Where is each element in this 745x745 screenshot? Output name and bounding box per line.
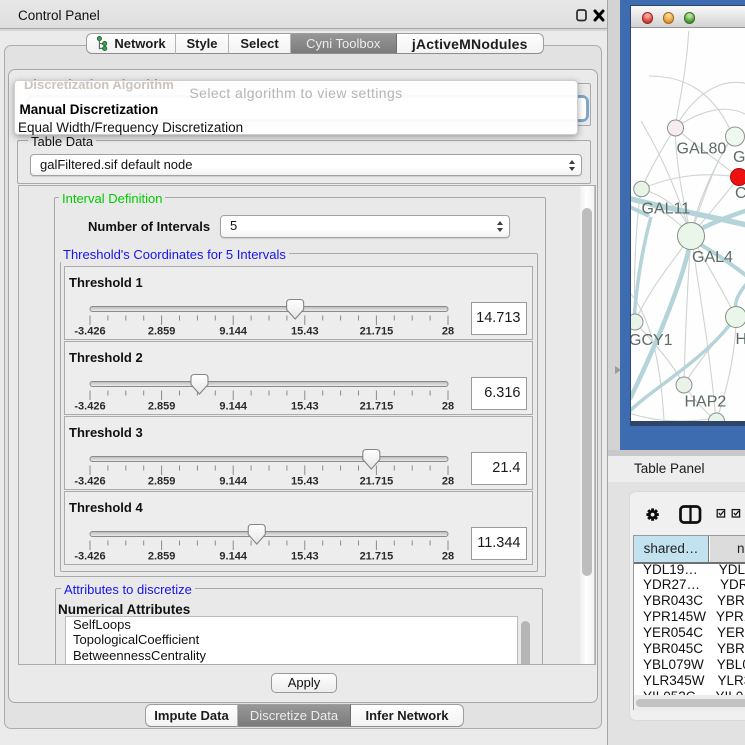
- svg-text:CD: CD: [735, 185, 745, 202]
- svg-text:15.43: 15.43: [291, 476, 319, 488]
- svg-text:15.43: 15.43: [291, 401, 319, 413]
- svg-text:-3.426: -3.426: [74, 551, 105, 563]
- svg-text:9.144: 9.144: [219, 401, 247, 413]
- svg-text:21.715: 21.715: [360, 326, 394, 338]
- svg-text:-3.426: -3.426: [74, 476, 105, 488]
- svg-text:-3.426: -3.426: [74, 326, 105, 338]
- svg-text:GAL4: GAL4: [692, 249, 733, 266]
- svg-text:28: 28: [442, 401, 454, 413]
- svg-text:9.144: 9.144: [219, 551, 247, 563]
- svg-text:9.144: 9.144: [219, 476, 247, 488]
- svg-text:2.859: 2.859: [148, 551, 176, 563]
- svg-text:9.144: 9.144: [219, 326, 247, 338]
- svg-text:21.715: 21.715: [360, 401, 394, 413]
- svg-text:HAP2: HAP2: [685, 394, 727, 411]
- svg-text:2.859: 2.859: [148, 476, 176, 488]
- svg-text:28: 28: [442, 551, 454, 563]
- svg-text:21.715: 21.715: [360, 476, 394, 488]
- svg-text:GA: GA: [733, 149, 745, 166]
- svg-text:2.859: 2.859: [148, 326, 176, 338]
- svg-text:2.859: 2.859: [148, 401, 176, 413]
- svg-text:15.43: 15.43: [291, 326, 319, 338]
- svg-text:HI: HI: [736, 331, 745, 348]
- svg-text:28: 28: [442, 476, 454, 488]
- svg-text:28: 28: [442, 326, 454, 338]
- svg-text:15.43: 15.43: [291, 551, 319, 563]
- svg-text:GAL11: GAL11: [642, 201, 691, 218]
- svg-text:-3.426: -3.426: [74, 401, 105, 413]
- svg-text:GCY1: GCY1: [631, 332, 673, 349]
- svg-text:21.715: 21.715: [360, 551, 394, 563]
- svg-text:GAL80: GAL80: [677, 141, 727, 158]
